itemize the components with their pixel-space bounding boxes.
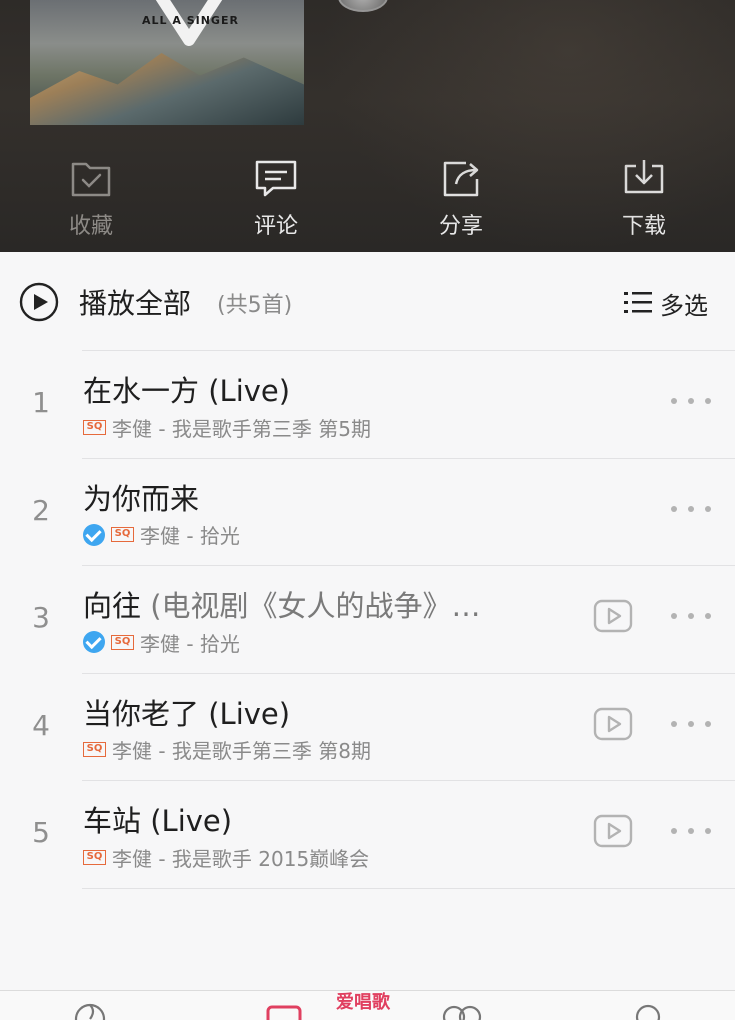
artist-album-text: 李健 - 拾光 [140, 524, 240, 549]
sq-quality-badge: SQ [83, 849, 106, 865]
list-bottom-divider [82, 888, 735, 889]
artist-album-text: 李健 - 我是歌手 2015巅峰会 [112, 846, 370, 871]
share-button[interactable]: 分享 [401, 150, 521, 245]
song-subtitle: SQ 李健 - 拾光 [83, 522, 240, 548]
song-subtitle: SQ 李健 - 我是歌手第三季 第5期 [83, 414, 372, 441]
artist-album-text: 李健 - 拾光 [140, 631, 240, 656]
comment-button[interactable]: 评论 [216, 150, 336, 245]
sq-quality-badge: SQ [111, 527, 134, 543]
verified-check-icon [83, 523, 105, 546]
song-row[interactable]: 1 在水一方 (Live) SQ 李健 - 我是歌手第三季 第5期 [0, 350, 735, 458]
favorite-button[interactable]: 收藏 [31, 150, 151, 245]
song-title-text: 当你老了 (Live) [83, 696, 291, 731]
row-divider [82, 780, 735, 782]
mv-play-icon[interactable] [593, 599, 633, 633]
song-subtitle: SQ 李健 - 我是歌手 2015巅峰会 [83, 844, 370, 871]
song-count: (共5首) [217, 293, 293, 318]
multi-select-label: 多选 [660, 292, 708, 320]
song-row[interactable]: 5 车站 (Live) SQ 李健 - 我是歌手 2015巅峰会 [0, 780, 735, 888]
album-cover[interactable]: ALL A SINGER [30, 0, 304, 125]
comment-icon [255, 160, 297, 197]
verified-check-icon [83, 631, 105, 654]
song-title: 在水一方 (Live) [83, 368, 290, 410]
play-all-button[interactable]: 播放全部 [79, 282, 191, 322]
favorite-folder-icon [71, 162, 111, 197]
share-icon [443, 161, 479, 197]
discover-tab-icon[interactable] [70, 1001, 110, 1020]
song-number: 3 [32, 601, 50, 635]
song-row[interactable]: 4 当你老了 (Live) SQ 李健 - 我是歌手第三季 第8期 [0, 672, 735, 781]
download-button[interactable]: 下载 [584, 150, 704, 245]
song-subtitle: SQ 李健 - 我是歌手第三季 第8期 [83, 737, 371, 763]
row-divider [82, 565, 735, 567]
song-title: 车站 (Live) [83, 798, 232, 840]
artist-avatar[interactable] [338, 0, 388, 12]
song-title-extra: (电视剧《女人的战争》… [141, 589, 481, 624]
music-tab-icon[interactable] [266, 1001, 306, 1020]
more-options-icon[interactable] [671, 824, 711, 836]
row-divider [82, 457, 735, 459]
friends-tab-icon[interactable] [440, 1001, 484, 1020]
row-divider [82, 672, 735, 674]
share-label: 分享 [438, 214, 483, 239]
more-options-icon[interactable] [671, 394, 711, 406]
download-label: 下载 [621, 214, 666, 239]
song-number: 2 [32, 493, 50, 527]
song-list: 1 在水一方 (Live) SQ 李健 - 我是歌手第三季 第5期 2 为你而来… [0, 350, 735, 888]
profile-tab-icon[interactable] [630, 1001, 666, 1020]
song-title: 向往 (电视剧《女人的战争》… [83, 583, 481, 625]
album-header: ALL A SINGER 收藏 评论 分享 下载 [0, 0, 735, 252]
song-title: 为你而来 [83, 476, 199, 518]
song-number: 5 [32, 816, 50, 850]
more-options-icon[interactable] [671, 609, 711, 621]
more-options-icon[interactable] [671, 717, 711, 729]
comment-label: 评论 [253, 214, 298, 239]
song-number: 4 [32, 708, 50, 742]
song-title-text: 车站 (Live) [83, 804, 233, 839]
song-row[interactable]: 2 为你而来 SQ 李健 - 拾光 [0, 457, 735, 566]
sq-quality-badge: SQ [83, 742, 106, 758]
song-title-text: 向往 [83, 589, 142, 624]
mv-play-icon[interactable] [593, 707, 633, 741]
sq-quality-badge: SQ [111, 634, 134, 650]
song-number: 1 [32, 386, 50, 419]
song-title: 当你老了 (Live) [83, 691, 290, 733]
song-title-text: 在水一方 (Live) [83, 374, 291, 408]
cover-logo-text: ALL A SINGER [142, 14, 239, 27]
row-divider [82, 350, 735, 351]
artist-album-text: 李健 - 我是歌手第三季 第8期 [112, 739, 372, 764]
sq-quality-badge: SQ [83, 419, 106, 435]
song-subtitle: SQ 李健 - 拾光 [83, 629, 240, 656]
play-all-bar: 播放全部 (共5首) 多选 [0, 252, 735, 350]
play-circle-icon[interactable] [19, 282, 59, 322]
song-row[interactable]: 3 向往 (电视剧《女人的战争》… SQ 李健 - 拾光 [0, 565, 735, 673]
song-title-text: 为你而来 [83, 481, 200, 516]
favorite-label: 收藏 [68, 214, 113, 239]
more-options-icon[interactable] [671, 502, 711, 514]
artist-album-text: 李健 - 我是歌手第三季 第5期 [112, 416, 372, 441]
list-icon [624, 292, 652, 313]
download-icon [624, 160, 664, 194]
mv-play-icon[interactable] [593, 814, 633, 848]
watermark-text: 爱唱歌 [336, 992, 390, 1013]
action-bar: 收藏 评论 分享 下载 [0, 150, 735, 250]
cover-heart-shape [155, 0, 223, 46]
